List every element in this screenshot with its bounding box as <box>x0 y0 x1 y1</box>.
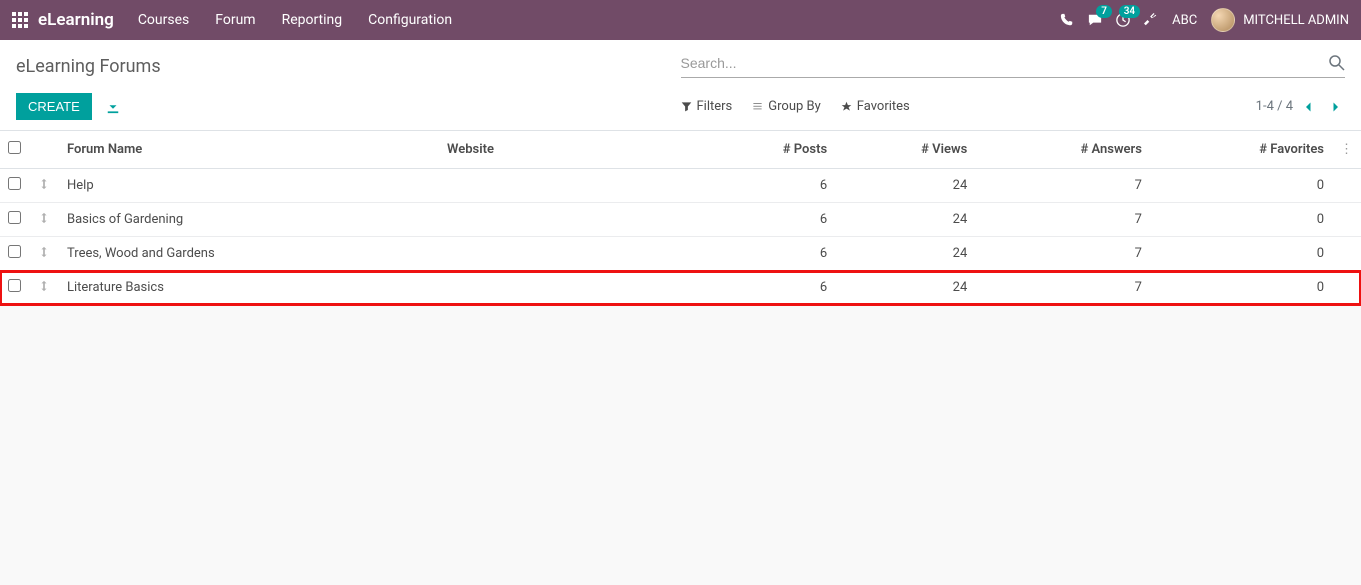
drag-handle-icon[interactable] <box>29 271 59 305</box>
table-header-row: Forum Name Website # Posts # Views # Ans… <box>0 131 1361 169</box>
funnel-icon <box>681 101 692 112</box>
cell-posts: 6 <box>699 237 835 271</box>
table-row[interactable]: Basics of Gardening 62470 <box>0 203 1361 237</box>
create-button[interactable]: Create <box>16 93 92 120</box>
pager-next[interactable] <box>1325 97 1345 117</box>
th-favorites[interactable]: # Favorites <box>1150 131 1332 169</box>
row-checkbox[interactable] <box>8 245 21 258</box>
favorites-button[interactable]: Favorites <box>841 99 910 114</box>
abc-text[interactable]: ABC <box>1172 13 1197 28</box>
drag-handle-icon[interactable] <box>29 169 59 203</box>
clock-icon[interactable]: 34 <box>1116 13 1130 27</box>
nav-link-courses[interactable]: Courses <box>138 12 189 28</box>
row-checkbox[interactable] <box>8 177 21 190</box>
filters-button[interactable]: Filters <box>681 99 733 114</box>
th-name[interactable]: Forum Name <box>59 131 439 169</box>
cell-views: 24 <box>835 271 975 305</box>
avatar[interactable] <box>1211 8 1235 32</box>
nav-link-forum[interactable]: Forum <box>215 12 255 28</box>
cell-website <box>439 169 699 203</box>
cell-website <box>439 237 699 271</box>
cell-posts: 6 <box>699 203 835 237</box>
brand-title[interactable]: eLearning <box>38 10 114 30</box>
th-options[interactable]: ⋮ <box>1332 131 1361 169</box>
table-row[interactable]: Help 62470 <box>0 169 1361 203</box>
select-all-checkbox[interactable] <box>8 141 21 154</box>
cell-posts: 6 <box>699 169 835 203</box>
th-website[interactable]: Website <box>439 131 699 169</box>
cell-answers: 7 <box>975 203 1150 237</box>
cell-favorites: 0 <box>1150 169 1332 203</box>
groupby-label: Group By <box>768 99 821 114</box>
cell-favorites: 0 <box>1150 237 1332 271</box>
table-row[interactable]: Literature Basics 62470 <box>0 271 1361 305</box>
apps-icon[interactable] <box>12 12 28 28</box>
cell-answers: 7 <box>975 169 1150 203</box>
cell-answers: 7 <box>975 271 1150 305</box>
cell-answers: 7 <box>975 237 1150 271</box>
drag-handle-icon[interactable] <box>29 237 59 271</box>
import-icon[interactable] <box>106 100 120 114</box>
cell-name: Help <box>59 169 439 203</box>
tools-icon[interactable] <box>1144 13 1158 27</box>
chat-badge: 7 <box>1096 5 1112 18</box>
cell-views: 24 <box>835 169 975 203</box>
th-views[interactable]: # Views <box>835 131 975 169</box>
chat-icon[interactable]: 7 <box>1088 13 1102 27</box>
cell-views: 24 <box>835 237 975 271</box>
empty-area <box>0 305 1361 585</box>
th-posts[interactable]: # Posts <box>699 131 835 169</box>
search-bar[interactable] <box>681 48 1346 78</box>
row-checkbox[interactable] <box>8 211 21 224</box>
page-title: eLearning Forums <box>16 48 681 83</box>
cell-views: 24 <box>835 203 975 237</box>
filters-label: Filters <box>697 99 733 114</box>
cell-favorites: 0 <box>1150 271 1332 305</box>
nav-link-configuration[interactable]: Configuration <box>368 12 452 28</box>
phone-icon[interactable] <box>1060 13 1074 27</box>
pager: 1-4 / 4 <box>1256 97 1345 117</box>
clock-badge: 34 <box>1119 5 1140 18</box>
row-checkbox[interactable] <box>8 279 21 292</box>
control-panel: eLearning Forums Create Filters Group By… <box>0 40 1361 131</box>
search-input[interactable] <box>681 55 1330 71</box>
forums-table: Forum Name Website # Posts # Views # Ans… <box>0 131 1361 305</box>
drag-handle-icon[interactable] <box>29 203 59 237</box>
pager-text[interactable]: 1-4 / 4 <box>1256 99 1293 114</box>
th-answers[interactable]: # Answers <box>975 131 1150 169</box>
cell-website <box>439 203 699 237</box>
star-icon <box>841 101 852 112</box>
cell-website <box>439 271 699 305</box>
groupby-button[interactable]: Group By <box>752 99 821 114</box>
search-icon[interactable] <box>1329 55 1345 71</box>
cell-name: Trees, Wood and Gardens <box>59 237 439 271</box>
cell-name: Literature Basics <box>59 271 439 305</box>
cell-favorites: 0 <box>1150 203 1332 237</box>
nav-link-reporting[interactable]: Reporting <box>282 12 343 28</box>
list-icon <box>752 101 763 112</box>
table-row[interactable]: Trees, Wood and Gardens 62470 <box>0 237 1361 271</box>
top-nav: eLearning Courses Forum Reporting Config… <box>0 0 1361 40</box>
user-name[interactable]: MITCHELL ADMIN <box>1243 13 1349 28</box>
cell-name: Basics of Gardening <box>59 203 439 237</box>
favorites-label: Favorites <box>857 99 910 114</box>
cell-posts: 6 <box>699 271 835 305</box>
pager-prev[interactable] <box>1299 97 1319 117</box>
